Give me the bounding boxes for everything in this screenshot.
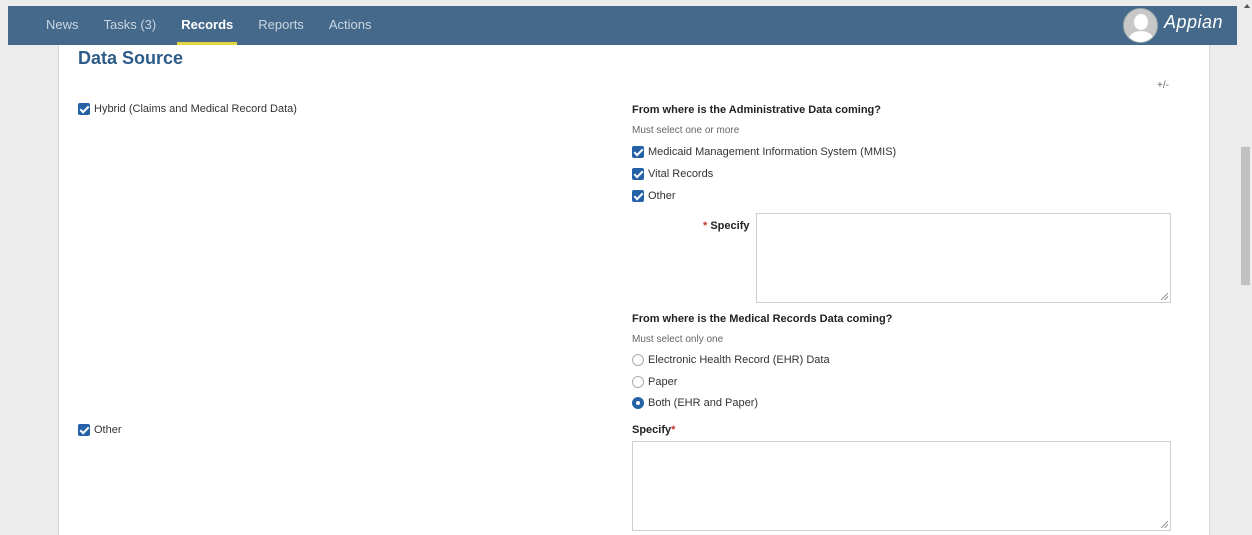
ehr-radio-label: Electronic Health Record (EHR) Data [648, 354, 830, 366]
admin-specify-label: * Specify [703, 220, 749, 232]
nav-reports[interactable]: Reports [258, 6, 304, 45]
other-specify-textarea[interactable] [632, 441, 1171, 531]
required-marker: * [671, 424, 676, 436]
admin-data-question: From where is the Administrative Data co… [632, 104, 881, 116]
main-nav: News Tasks (3) Records Reports Actions [46, 6, 396, 45]
admin-specify-textarea[interactable] [756, 213, 1171, 303]
top-navigation-bar: News Tasks (3) Records Reports Actions A… [8, 6, 1237, 45]
paper-radio[interactable]: Paper [632, 376, 677, 388]
other-specify-label-text: Specify [632, 424, 672, 436]
checkbox-checked-icon [632, 146, 644, 158]
nav-actions[interactable]: Actions [329, 6, 372, 45]
required-marker: * [703, 220, 708, 232]
admin-other-checkbox[interactable]: Other [632, 190, 676, 202]
medical-data-question: From where is the Medical Records Data c… [632, 313, 893, 325]
mmis-checkbox-label: Medicaid Management Information System (… [648, 146, 897, 158]
radio-unselected-icon [632, 376, 644, 388]
both-radio[interactable]: Both (EHR and Paper) [632, 397, 758, 409]
admin-specify-label-text: Specify [710, 220, 750, 232]
paper-radio-label: Paper [648, 376, 678, 388]
both-radio-label: Both (EHR and Paper) [648, 397, 759, 409]
scroll-up-arrow-icon[interactable] [1244, 4, 1250, 8]
appian-logo: Appian [1164, 12, 1224, 32]
expand-collapse-toggle[interactable]: +/- [1157, 80, 1169, 91]
radio-selected-icon [632, 397, 644, 409]
radio-unselected-icon [632, 354, 644, 366]
resize-grip-icon[interactable] [1161, 293, 1168, 300]
nav-records[interactable]: Records [177, 6, 238, 45]
vital-records-checkbox[interactable]: Vital Records [632, 168, 713, 180]
hybrid-checkbox-label: Hybrid (Claims and Medical Record Data) [94, 103, 297, 115]
vital-records-checkbox-label: Vital Records [648, 168, 714, 180]
scrollbar-thumb[interactable] [1241, 147, 1250, 285]
avatar-head [1134, 14, 1148, 30]
section-title: Data Source [78, 48, 184, 68]
hybrid-checkbox[interactable]: Hybrid (Claims and Medical Record Data) [78, 103, 297, 115]
other-specify-label: Specify* [632, 424, 675, 436]
checkbox-checked-icon [78, 424, 90, 436]
nav-tasks[interactable]: Tasks (3) [104, 6, 157, 45]
avatar-body [1128, 31, 1154, 42]
nav-news[interactable]: News [46, 6, 79, 45]
admin-data-hint: Must select one or more [632, 125, 740, 136]
admin-other-checkbox-label: Other [648, 190, 676, 202]
resize-grip-icon[interactable] [1161, 521, 1168, 528]
other-checkbox-label: Other [94, 424, 122, 436]
checkbox-checked-icon [78, 103, 90, 115]
medical-data-hint: Must select only one [632, 334, 724, 345]
checkbox-checked-icon [632, 190, 644, 202]
other-checkbox[interactable]: Other [78, 424, 122, 436]
user-avatar-icon[interactable] [1123, 8, 1158, 43]
mmis-checkbox[interactable]: Medicaid Management Information System (… [632, 146, 896, 158]
checkbox-checked-icon [632, 168, 644, 180]
ehr-radio[interactable]: Electronic Health Record (EHR) Data [632, 354, 830, 366]
